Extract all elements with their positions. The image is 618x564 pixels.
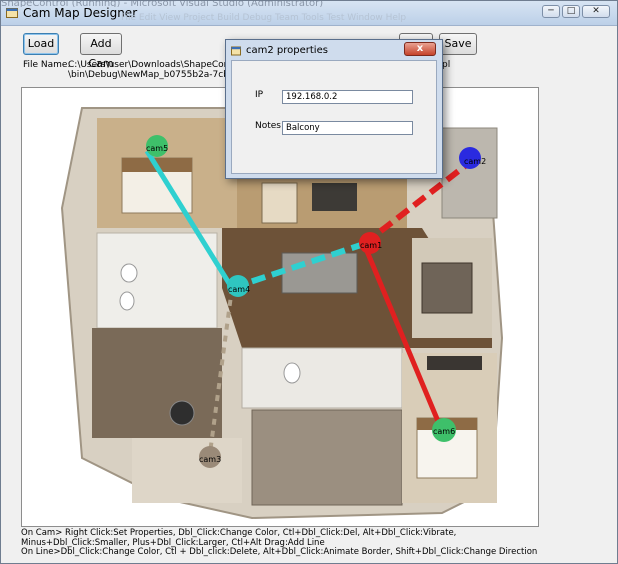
camera-label: cam5: [146, 144, 168, 153]
app-form-icon: [6, 8, 18, 18]
cam-properties-dialog: cam2 properties x IP 192.168.0.2 Notes B…: [225, 39, 443, 179]
bathroom-left: [96, 232, 218, 329]
camera-label: cam6: [433, 427, 455, 436]
toilet-bottom: [283, 362, 301, 384]
balcony: [441, 127, 498, 219]
dresser-bottom-right: [427, 356, 482, 370]
notes-label: Notes: [255, 121, 281, 131]
toilet-left: [119, 291, 135, 311]
save-button[interactable]: Save: [439, 33, 477, 55]
dialog-close-button[interactable]: x: [404, 42, 436, 56]
tv-console: [312, 183, 357, 211]
notes-field[interactable]: Balcony: [282, 121, 413, 135]
file-name-label: File Name:: [23, 60, 71, 70]
camera-label: cam3: [199, 455, 221, 464]
dialog-body: IP 192.168.0.2 Notes Balcony: [231, 60, 437, 174]
minimize-button[interactable]: ─: [542, 5, 560, 18]
background-window-menu: File Edit View Project Build Debug Team …: [121, 13, 407, 23]
bathroom-bottom: [241, 347, 403, 409]
dining-table: [421, 262, 473, 314]
laundry-room: [92, 328, 222, 438]
maximize-button[interactable]: □: [562, 5, 580, 18]
closet-bottom-left: [132, 438, 242, 503]
camera-label: cam2: [464, 157, 486, 166]
main-window: ShapeControl (Running) - Microsoft Visua…: [0, 0, 618, 564]
camera-label: cam4: [228, 285, 250, 294]
title-bar[interactable]: ShapeControl (Running) - Microsoft Visua…: [1, 1, 617, 26]
walk-in-closet: [251, 409, 403, 506]
file-name-value-tail: pl: [442, 60, 451, 70]
help-text: On Cam> Right Click:Set Properties, Dbl_…: [21, 528, 581, 558]
add-cam-button[interactable]: Add Cam: [80, 33, 122, 70]
camera-label: cam1: [360, 241, 382, 250]
load-button[interactable]: Load: [23, 33, 59, 55]
app-form-icon: [231, 46, 241, 56]
washer: [169, 400, 195, 426]
rug-top: [261, 182, 298, 224]
ip-label: IP: [255, 90, 264, 100]
window-title: Cam Map Designer: [23, 6, 138, 20]
help-line: On Line>Dbl_Click:Change Color, Ctl + Db…: [21, 547, 538, 557]
camera-cam6[interactable]: cam6: [432, 418, 456, 442]
sink-left: [120, 263, 138, 283]
dialog-title: cam2 properties: [246, 45, 328, 56]
ip-field[interactable]: 192.168.0.2: [282, 90, 413, 104]
close-button[interactable]: ✕: [582, 5, 610, 18]
